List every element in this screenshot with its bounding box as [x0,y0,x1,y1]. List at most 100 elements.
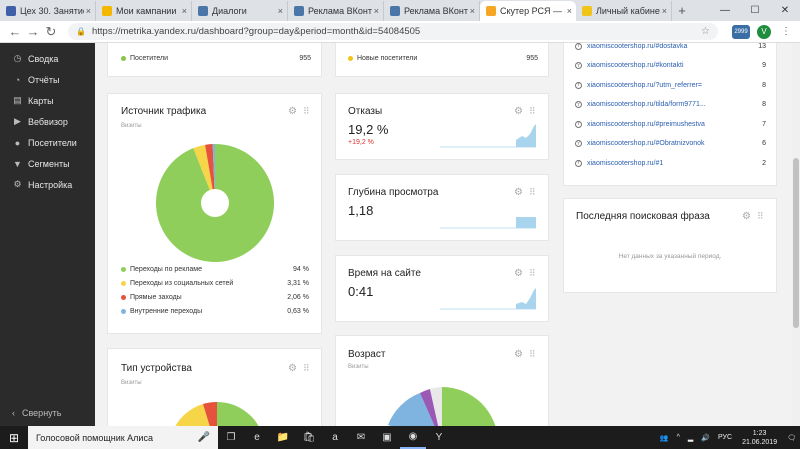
new-visitors-label: Новые посетители [357,55,418,62]
page-row[interactable]: Yxiaomiscootershop.ru/#Obratnizvonok 6 [575,138,766,150]
page-favicon-icon: Y [575,62,582,69]
close-tab-icon[interactable]: × [278,6,283,16]
sidebar-item[interactable]: ▼ Сегменты [0,153,95,174]
time-value: 0:41 [348,284,374,299]
maximize-button[interactable]: ☐ [740,0,770,21]
drag-handle-icon[interactable]: ⠿ [303,363,310,374]
gear-icon[interactable]: ⚙ [288,363,297,374]
device-slice [217,402,259,426]
close-tab-icon[interactable]: × [374,6,379,16]
sidebar-item[interactable]: ◷ Сводка [0,48,95,69]
browser-tab[interactable]: Мои кампании × [96,1,192,21]
new-tab-button[interactable]: + [672,1,692,21]
chrome-icon[interactable]: ◉ [400,426,426,449]
drag-handle-icon[interactable]: ⠿ [757,211,764,222]
close-window-button[interactable]: ✕ [770,0,800,21]
drag-handle-icon[interactable]: ⠿ [529,268,536,279]
page-url[interactable]: xiaomiscootershop.ru/#kontakti [587,62,684,69]
network-icon[interactable]: ▂ [688,434,693,442]
volume-icon[interactable]: 🔊 [701,434,710,442]
traffic-legend-row: Внутренние переходы 0,63 % [121,308,309,315]
page-row[interactable]: Yxiaomiscootershop.ru/#1 2 [575,157,766,169]
tab-favicon-icon [6,6,16,16]
new-visitors-card: Новые посетители 955 [335,43,549,77]
page-url[interactable]: xiaomiscootershop.ru/?utm_referrer= [587,82,702,89]
close-tab-icon[interactable]: × [567,6,572,16]
page-url[interactable]: xiaomiscootershop.ru/tilda/form9771... [587,101,706,108]
amazon-icon[interactable]: a [322,426,348,449]
extension-icon[interactable]: 2999 [732,24,750,39]
page-row[interactable]: Yxiaomiscootershop.ru/#preimushestva 7 [575,118,766,130]
url-bar[interactable]: 🔒 https://metrika.yandex.ru/dashboard?gr… [68,23,718,40]
clock[interactable]: 1:23 21.06.2019 [742,429,777,447]
reload-icon[interactable]: ↻ [42,24,60,40]
browser-tab[interactable]: Скутер РСЯ — сво× [480,1,576,21]
page-url[interactable]: xiaomiscootershop.ru/#preimushestva [587,121,705,128]
windows-start-icon[interactable]: ⊞ [0,426,28,449]
page-scrollbar[interactable] [792,43,800,426]
page-url[interactable]: xiaomiscootershop.ru/#1 [587,160,663,167]
sidebar-item[interactable]: ◔ Отчёты [0,69,95,90]
tab-title: Реклама ВКонтакте [308,6,372,16]
task-view-icon[interactable]: ❐ [218,426,244,449]
gear-icon[interactable]: ⚙ [514,106,523,117]
page-row[interactable]: Yxiaomiscootershop.ru/tilda/form9771... 8 [575,99,766,111]
close-tab-icon[interactable]: × [662,6,667,16]
forward-icon[interactable]: → [24,24,42,39]
gear-icon[interactable]: ⚙ [514,187,523,198]
page-count: 8 [762,101,766,108]
photos-icon[interactable]: ▣ [374,426,400,449]
lock-icon: 🔒 [76,27,86,36]
gear-icon[interactable]: ⚙ [514,349,523,360]
taskbar-search[interactable]: Голосовой помощник Алиса 🎤 [28,426,218,449]
microphone-icon[interactable]: 🎤 [198,432,210,443]
minimize-button[interactable]: — [710,0,740,21]
page-row[interactable]: Yxiaomiscootershop.ru/?utm_referrer= 8 [575,79,766,91]
store-icon[interactable]: 🛍 [296,426,322,449]
gear-icon[interactable]: ⚙ [288,106,297,117]
close-tab-icon[interactable]: × [86,6,91,16]
page-url[interactable]: xiaomiscootershop.ru/#dostavka [587,43,687,50]
drag-handle-icon[interactable]: ⠿ [529,187,536,198]
gear-icon[interactable]: ⚙ [514,268,523,279]
legend-label: Внутренние переходы [130,308,203,315]
people-icon[interactable]: 👥 [660,434,669,442]
browser-tab[interactable]: Реклама ВКонтакте× [288,1,384,21]
sidebar-item[interactable]: ▶ Вебвизор [0,111,95,132]
back-icon[interactable]: ← [6,24,24,39]
profile-icon[interactable]: V [756,24,772,40]
notifications-icon[interactable]: 🗨 [787,434,796,442]
sidebar-item[interactable]: ▤ Карты [0,90,95,111]
maps-icon: ▤ [13,95,22,105]
tray-chevron-icon[interactable]: ^ [677,434,680,441]
sidebar-item[interactable]: ⚙ Настройка [0,174,95,195]
page-url[interactable]: xiaomiscootershop.ru/#Obratnizvonok [587,140,705,147]
close-tab-icon[interactable]: × [470,6,475,16]
tab-title: Реклама ВКонтакте [404,6,468,16]
edge-icon[interactable]: e [244,426,270,449]
bounce-delta: +19,2 % [348,139,374,146]
gear-icon[interactable]: ⚙ [742,211,751,222]
page-row[interactable]: Yxiaomiscootershop.ru/#kontakti 9 [575,60,766,72]
page-row[interactable]: Yxiaomiscootershop.ru/#dostavka 13 [575,43,766,52]
sidebar-item[interactable]: ● Посетители [0,132,95,153]
yandex-browser-icon[interactable]: Y [426,426,452,449]
folder-icon[interactable]: 📁 [270,426,296,449]
drag-handle-icon[interactable]: ⠿ [529,106,536,117]
drag-handle-icon[interactable]: ⠿ [529,349,536,360]
language-indicator[interactable]: РУС [718,434,732,441]
browser-tab[interactable]: Реклама ВКонтакте× [384,1,480,21]
mail-icon[interactable]: ✉ [348,426,374,449]
star-icon[interactable]: ☆ [701,26,710,37]
drag-handle-icon[interactable]: ⠿ [303,106,310,117]
browser-tab[interactable]: Диалоги × [192,1,288,21]
close-tab-icon[interactable]: × [182,6,187,16]
visitors-icon: ● [14,137,21,148]
menu-icon[interactable]: ⋮ [778,24,794,40]
browser-tab[interactable]: Цех 30. Занятие 3× [0,1,96,21]
browser-tab[interactable]: Личный кабинет × [576,1,672,21]
traffic-source-title: Источник трафика [121,106,207,117]
collapse-button[interactable]: ‹ Свернуть [12,408,61,418]
scrollbar-thumb[interactable] [793,158,799,328]
sidebar-item-label: Вебвизор [28,116,68,127]
